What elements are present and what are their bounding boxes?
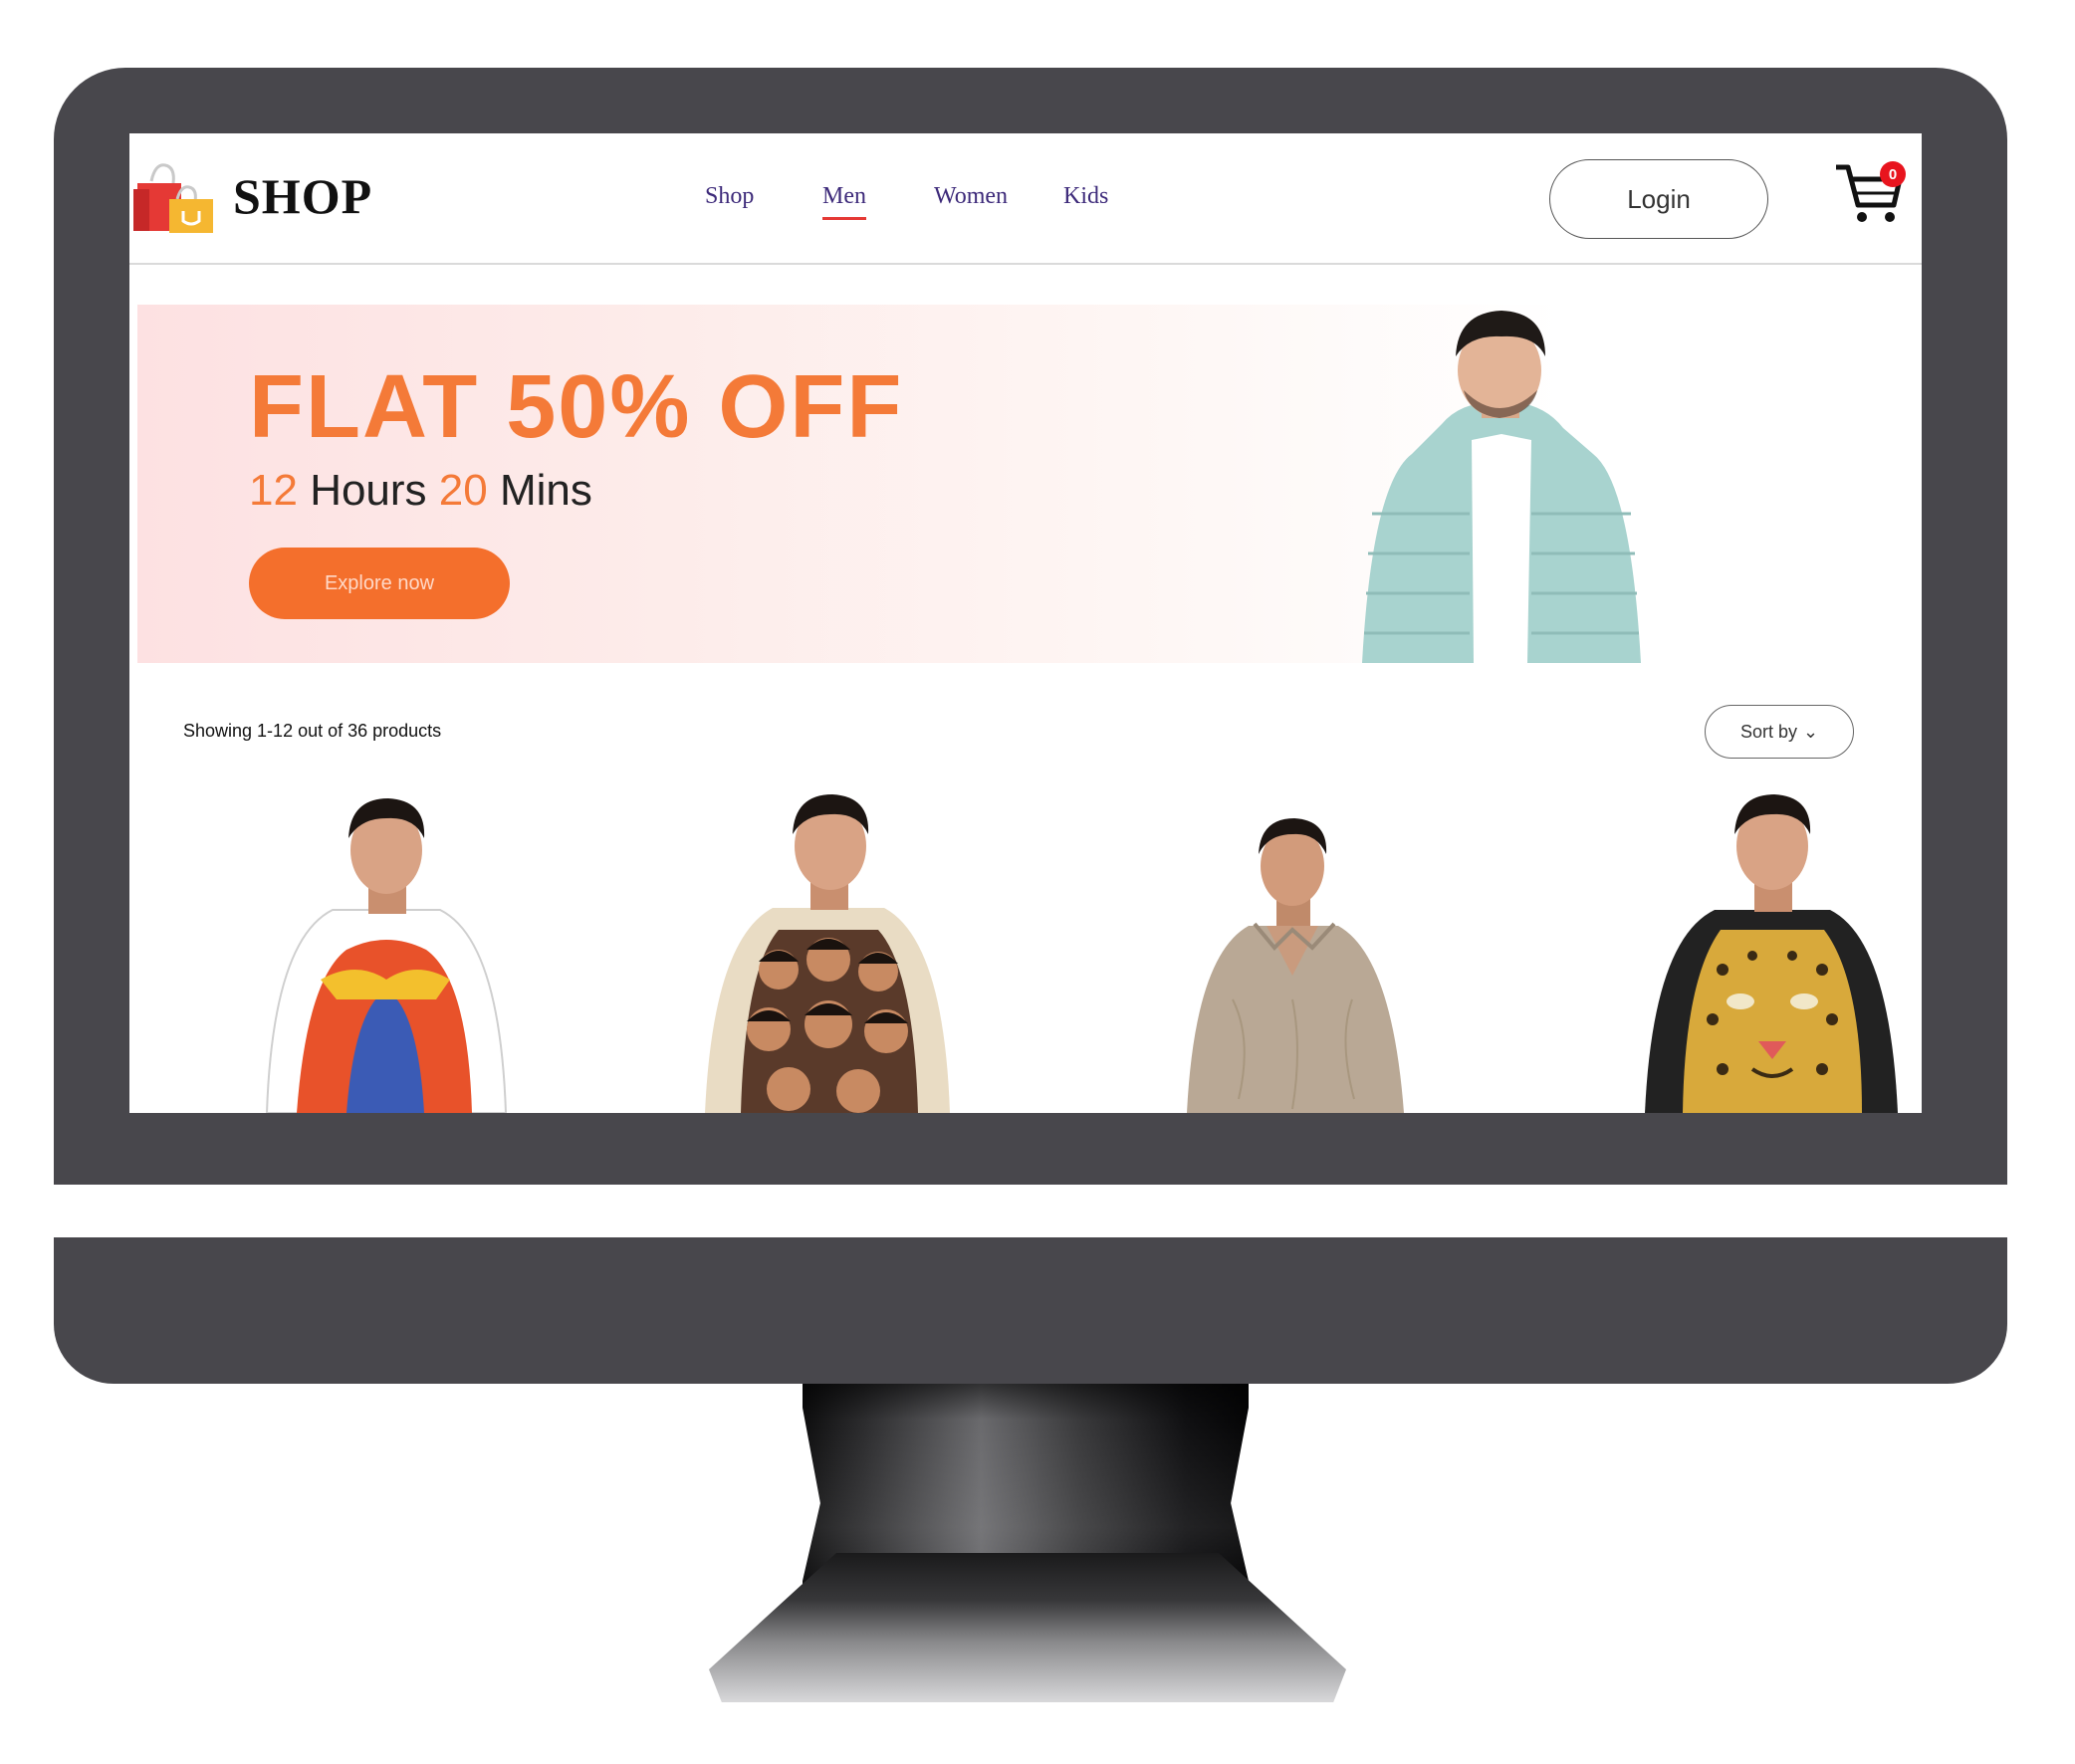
product-card-leopard-print-tshirt[interactable] (1623, 780, 1922, 1113)
countdown-hours: 12 (249, 466, 298, 515)
header: SHOP Shop Men Women Kids Login 0 (129, 133, 1922, 265)
monitor-chin (54, 1237, 2007, 1384)
sort-by-dropdown[interactable]: Sort by ⌄ (1705, 705, 1854, 759)
countdown-hours-label: Hours (310, 466, 427, 515)
banner-model-jacket-image (1362, 311, 1641, 663)
product-card-collar-tshirt[interactable] (1143, 780, 1442, 1113)
countdown-mins: 20 (438, 466, 488, 515)
screen: SHOP Shop Men Women Kids Login 0 FLAT 50… (129, 133, 1922, 1113)
countdown: 12 Hours 20 Mins (249, 466, 592, 516)
logo-text[interactable]: SHOP (233, 167, 372, 225)
product-card-faces-print-tshirt[interactable] (679, 780, 978, 1113)
promo-banner: FLAT 50% OFF 12 Hours 20 Mins Explore no… (137, 305, 1920, 663)
sort-by-label: Sort by (1739, 721, 1797, 742)
countdown-mins-label: Mins (499, 466, 592, 515)
nav-shop[interactable]: Shop (705, 183, 754, 210)
nav-men[interactable]: Men (822, 183, 866, 220)
results-count: Showing 1-12 out of 36 products (183, 721, 442, 741)
chevron-down-icon: ⌄ (1802, 721, 1819, 742)
product-card-graphic-tshirt[interactable] (237, 780, 536, 1113)
explore-now-button[interactable]: Explore now (249, 548, 510, 619)
cart-count-badge: 0 (1880, 161, 1906, 187)
nav-women[interactable]: Women (934, 183, 1008, 210)
nav-kids[interactable]: Kids (1063, 183, 1108, 210)
shopping-bags-icon (133, 163, 213, 233)
login-button[interactable]: Login (1549, 159, 1768, 239)
banner-headline: FLAT 50% OFF (249, 357, 904, 457)
